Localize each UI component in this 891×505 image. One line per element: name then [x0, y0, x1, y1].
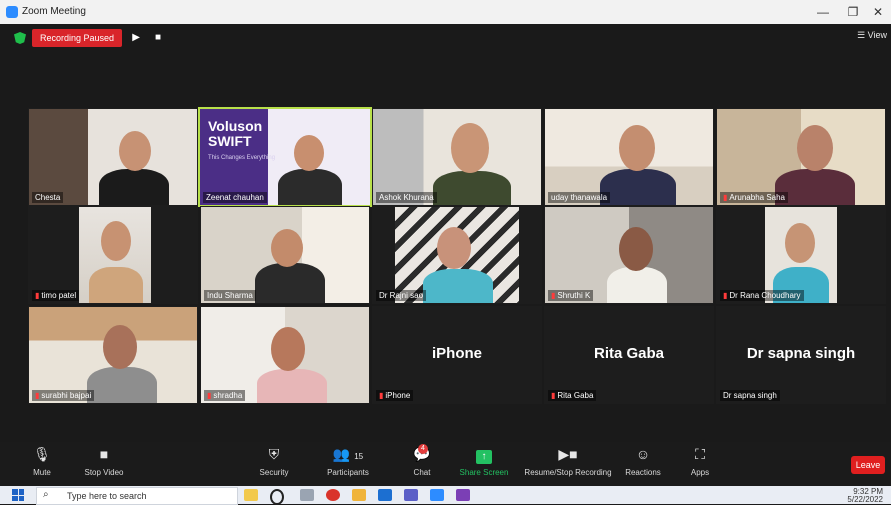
banner-title: Voluson SWIFT — [208, 118, 263, 149]
video-tile[interactable]: ▮ Shruthi K — [544, 206, 714, 304]
reactions-button[interactable]: ☺ Reactions — [620, 442, 666, 486]
restore-button[interactable]: ❐ — [843, 3, 863, 21]
mic-muted-icon: ▮ — [379, 391, 384, 400]
window-title: Zoom Meeting — [22, 6, 86, 17]
apps-button[interactable]: ⛶ Apps — [682, 442, 718, 486]
stop-video-button[interactable]: ■ Stop Video — [78, 442, 130, 486]
participant-name: uday thanawala — [548, 192, 611, 203]
video-tile[interactable]: ▮ Arunabha Saha — [716, 108, 886, 206]
video-tile-active-speaker[interactable]: Voluson SWIFT This Changes Everything Ze… — [198, 107, 372, 207]
teams-icon[interactable] — [404, 489, 418, 501]
apps-grid-icon: ⛶ — [695, 446, 705, 462]
share-screen-button[interactable]: ↑ Share Screen — [456, 442, 512, 486]
video-tile[interactable]: Dr Rajni sao — [372, 206, 542, 304]
participant-name: ▮ surabhi bajpai — [32, 390, 95, 401]
video-tile-no-video[interactable]: iPhone ▮ iPhone — [372, 306, 542, 404]
title-bar: Zoom Meeting — ❐ ✕ — [0, 0, 891, 24]
onenote-icon[interactable] — [456, 489, 470, 501]
recording-status: Recording Paused — [32, 29, 123, 47]
cortana-icon[interactable] — [270, 489, 284, 505]
mic-muted-icon: ▮ — [35, 391, 40, 400]
taskbar-search-input[interactable]: Type here to search — [67, 491, 147, 501]
emoji-reaction-icon: ☺ — [635, 446, 651, 462]
shield-icon: ⛨ — [268, 446, 280, 462]
minimize-button[interactable]: — — [813, 3, 833, 21]
mic-muted-icon: ▮ — [207, 391, 212, 400]
close-button[interactable]: ✕ — [868, 3, 888, 21]
participant-name: Ashok Khurana — [376, 192, 437, 203]
participant-name: Indu Sharma — [204, 290, 256, 301]
task-view-icon[interactable] — [300, 489, 314, 501]
windows-start-icon[interactable] — [12, 489, 24, 501]
participants-icon: 👥 — [332, 446, 351, 462]
resume-stop-recording-button[interactable]: ▶■ Resume/Stop Recording — [518, 442, 618, 486]
video-tile[interactable]: Indu Sharma — [200, 206, 370, 304]
meeting-toolbar: 🎙 Mute ■ Stop Video ⛨ Security 👥 15 Part… — [0, 442, 891, 486]
participant-display-name: iPhone — [431, 345, 482, 362]
participant-display-name: Dr sapna singh — [746, 345, 856, 362]
view-button[interactable]: ☰ View — [857, 30, 887, 41]
microphone-icon: 🎙 — [33, 446, 51, 462]
participant-name: Chesta — [32, 192, 64, 203]
security-button[interactable]: ⛨ Security — [252, 442, 296, 486]
participant-name: ▮ timo patel — [32, 290, 80, 301]
mic-muted-icon: ▮ — [35, 291, 40, 300]
participant-name: ▮ Dr Rana Choudhary — [720, 290, 804, 301]
share-screen-icon: ↑ — [476, 450, 492, 464]
participant-name: ▮ Arunabha Saha — [720, 192, 789, 203]
zoom-taskbar-icon[interactable] — [430, 489, 444, 501]
windows-taskbar: ⌕ Type here to search 9:32 PM 5/22/2022 — [0, 486, 891, 505]
participant-name: Dr Rajni sao — [376, 290, 427, 301]
resume-recording-button[interactable]: ▶ — [128, 30, 144, 46]
video-tile[interactable]: ▮ Dr Rana Choudhary — [716, 206, 886, 304]
mic-muted-icon: ▮ — [551, 391, 556, 400]
chrome-icon[interactable] — [326, 489, 340, 501]
video-tile-no-video[interactable]: Dr sapna singh Dr sapna singh — [716, 306, 886, 404]
video-tile[interactable]: ▮ timo patel — [28, 206, 198, 304]
participant-name: ▮ iPhone — [376, 390, 414, 401]
shield-icon — [14, 32, 26, 44]
zoom-logo-icon — [6, 6, 18, 18]
video-tile[interactable]: Chesta — [28, 108, 198, 206]
search-icon: ⌕ — [43, 489, 49, 500]
system-clock[interactable]: 9:32 PM 5/22/2022 — [847, 488, 883, 504]
recording-bar: Recording Paused ▶ ■ — [14, 28, 166, 48]
chat-badge: 4 — [418, 444, 428, 454]
video-tile[interactable]: ▮ surabhi bajpai — [28, 306, 198, 404]
participant-name: Dr sapna singh — [720, 390, 780, 401]
video-tile[interactable]: ▮ shradha — [200, 306, 370, 404]
participant-name: ▮ Shruthi K — [548, 290, 594, 301]
leave-button[interactable]: Leave — [851, 456, 885, 474]
video-tile[interactable]: Ashok Khurana — [372, 108, 542, 206]
mute-button[interactable]: 🎙 Mute — [24, 442, 60, 486]
mic-muted-icon: ▮ — [723, 193, 728, 202]
record-controls-icon: ▶■ — [558, 446, 578, 462]
participant-display-name: Rita Gaba — [593, 345, 665, 362]
taskbar-search[interactable]: ⌕ Type here to search — [36, 487, 238, 505]
chat-button[interactable]: 💬 4 Chat — [404, 442, 440, 486]
banner-subtitle: This Changes Everything — [208, 155, 276, 161]
video-camera-icon: ■ — [99, 446, 109, 462]
participant-name: ▮ shradha — [204, 390, 246, 401]
outlook-icon[interactable] — [378, 489, 392, 501]
video-tile-no-video[interactable]: Rita Gaba ▮ Rita Gaba — [544, 306, 714, 404]
video-tile[interactable]: uday thanawala — [544, 108, 714, 206]
participants-count: 15 — [354, 452, 364, 461]
taskbar-app-icon[interactable] — [244, 489, 258, 501]
mic-muted-icon: ▮ — [723, 291, 728, 300]
mic-muted-icon: ▮ — [551, 291, 556, 300]
participant-name: ▮ Rita Gaba — [548, 390, 597, 401]
file-explorer-icon[interactable] — [352, 489, 366, 501]
participants-button[interactable]: 👥 15 Participants — [320, 442, 376, 486]
participant-name: Zeenat chauhan — [203, 192, 267, 203]
stop-recording-button[interactable]: ■ — [150, 30, 166, 46]
